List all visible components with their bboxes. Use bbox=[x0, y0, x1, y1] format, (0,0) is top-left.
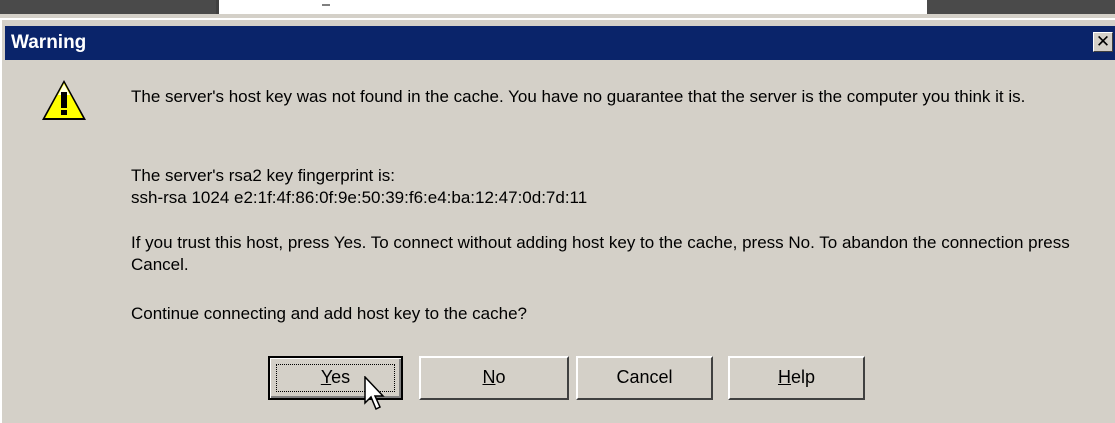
no-button-label: No bbox=[482, 367, 506, 387]
background-window-frame-left bbox=[0, 0, 216, 14]
message-host-key-not-found: The server's host key was not found in t… bbox=[131, 87, 1026, 106]
dialog-title: Warning bbox=[11, 32, 87, 53]
help-button-label: Help bbox=[777, 367, 816, 387]
background-window-content bbox=[216, 0, 930, 14]
screen: Warning ✕ The server's host key was not … bbox=[0, 0, 1115, 423]
close-button[interactable]: ✕ bbox=[1093, 32, 1113, 52]
message-question: Continue connecting and add host key to … bbox=[131, 304, 528, 323]
mouse-cursor-icon bbox=[364, 376, 385, 411]
help-button[interactable]: Help bbox=[728, 356, 865, 400]
cancel-button[interactable]: Cancel bbox=[576, 356, 713, 400]
warning-triangle-icon bbox=[42, 80, 86, 120]
cancel-button-label: Cancel bbox=[616, 367, 673, 387]
dialog-titlebar[interactable]: Warning ✕ bbox=[5, 26, 1115, 60]
background-window-frame-right bbox=[927, 0, 1115, 14]
message-fingerprint-label: The server's rsa2 key fingerprint is: bbox=[131, 166, 396, 185]
no-button[interactable]: No bbox=[419, 356, 569, 400]
yes-button-label: Yes bbox=[320, 367, 351, 387]
message-instructions: If you trust this host, press Yes. To co… bbox=[131, 233, 1070, 274]
message-fingerprint-value: ssh-rsa 1024 e2:1f:4f:86:0f:9e:50:39:f6:… bbox=[131, 188, 588, 207]
background-window-mark bbox=[322, 4, 330, 6]
close-icon: ✕ bbox=[1095, 32, 1111, 51]
